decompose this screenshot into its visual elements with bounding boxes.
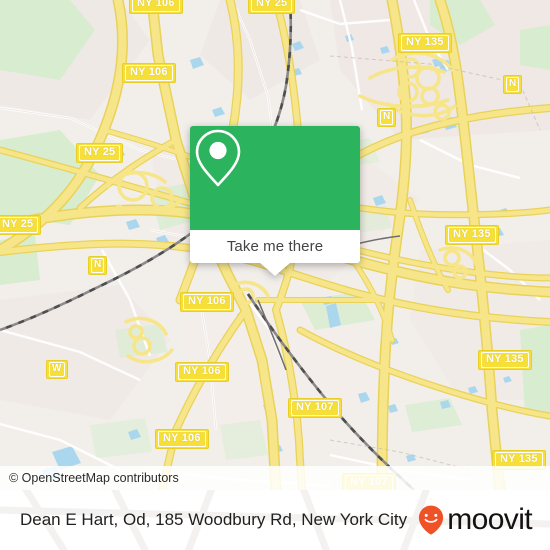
take-me-there-label: Take me there [226,238,324,255]
map-canvas[interactable]: NY 106 NY 25 NY 135 NY 106 N N NY 25 NY 25 NY 13… [0,0,550,490]
route-shield-ny135-topright: NY 135 [398,33,452,53]
route-shield-n-left-mid: N [88,256,108,275]
route-shield-ny25-top: NY 25 [248,0,296,14]
route-shield-label: N [91,258,105,273]
route-shield-label: N [506,77,520,92]
route-shield-ny25-left: NY 25 [0,215,42,235]
location-title: Dean E Hart, Od, 185 Woodbury Rd, New Yo… [20,510,408,529]
moovit-wordmark: moovit [447,503,532,536]
moovit-map-screenshot: NY 106 NY 25 NY 135 NY 106 N N NY 25 NY 25 NY 13… [0,0,550,550]
moovit-brand[interactable]: moovit [418,503,533,536]
route-shield-w-left: W [46,360,68,379]
route-shield-n-mid-right: N [377,108,397,127]
route-shield-ny135-right: NY 135 [445,225,499,245]
route-shield-label: NY 135 [448,227,496,243]
callout-pointer-tail [260,263,290,276]
footer-bar: Dean E Hart, Od, 185 Woodbury Rd, New Yo… [0,490,550,550]
route-shield-label: NY 25 [251,0,293,12]
route-shield-label: W [49,362,65,377]
route-shield-ny106-lower: NY 106 [175,362,229,382]
openstreetmap-attribution[interactable]: © OpenStreetMap contributors [0,471,179,485]
callout-marker-panel [190,126,360,230]
route-shield-label: NY 107 [291,400,339,416]
route-shield-label: NY 135 [481,352,529,368]
route-shield-label: NY 25 [79,145,121,161]
route-shield-ny106-center: NY 106 [180,292,234,312]
route-shield-ny107-mid: NY 107 [288,398,342,418]
route-shield-ny106-top: NY 106 [129,0,183,14]
route-shield-ny25-mid: NY 25 [76,143,124,163]
route-shield-ny106-upper: NY 106 [122,63,176,83]
route-shield-label: NY 106 [132,0,180,12]
route-shield-label: NY 135 [401,35,449,51]
route-shield-label: NY 25 [0,217,39,233]
moovit-smiley-pin-icon [419,505,444,535]
route-shield-n-right-top: N [503,75,523,94]
route-shield-label: NY 106 [158,431,206,447]
route-shield-label: N [380,110,394,125]
route-shield-label: NY 106 [125,65,173,81]
map-pin-icon [195,129,241,187]
route-shield-ny106-bottom: NY 106 [155,429,209,449]
take-me-there-button[interactable]: Take me there [190,230,360,263]
route-shield-label: NY 106 [178,364,226,380]
route-shield-ny135-lowright: NY 135 [478,350,532,370]
location-callout-card[interactable]: Take me there [190,126,360,276]
route-shield-label: NY 106 [183,294,231,310]
map-attribution-bar: © OpenStreetMap contributors [0,466,550,490]
